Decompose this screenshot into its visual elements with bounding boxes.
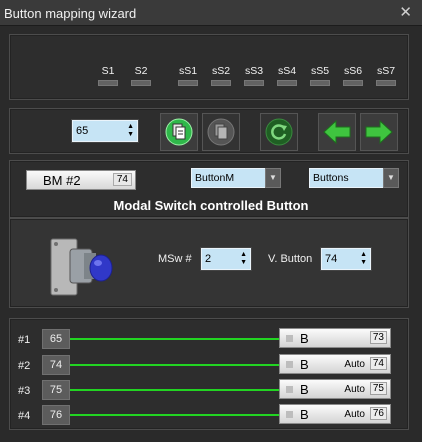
- mapped-button[interactable]: B Auto 74: [279, 354, 391, 374]
- switch-label: S2: [134, 65, 148, 77]
- next-button[interactable]: [360, 113, 398, 151]
- bm-number: 74: [112, 173, 132, 186]
- mapped-button-number: 75: [369, 382, 387, 395]
- close-icon[interactable]: ✕: [399, 3, 412, 21]
- switch-led: [98, 80, 118, 86]
- switch-label: sS6: [343, 65, 363, 77]
- window-title: Button mapping wizard: [4, 6, 137, 21]
- spinner-arrows-icon[interactable]: ▲ ▼: [127, 123, 134, 139]
- arrow-left-icon: [323, 119, 351, 145]
- reset-button[interactable]: [260, 113, 298, 151]
- switch-ss5: sS5: [309, 65, 331, 86]
- row-label: #3: [18, 385, 31, 397]
- state-indicator-icon: [286, 411, 293, 418]
- msw-label: MSw #: [158, 253, 192, 265]
- mapped-button-label: B: [300, 407, 309, 422]
- vbutton-value: 74: [325, 253, 338, 265]
- mapped-button-number: 76: [369, 407, 387, 420]
- switch-ss3: sS3: [243, 65, 265, 86]
- previous-button[interactable]: [318, 113, 356, 151]
- switch-ss7: sS7: [375, 65, 397, 86]
- switch-s2: S2: [130, 65, 152, 86]
- bm-label: BM #2: [43, 173, 81, 188]
- switch-ss1: sS1: [177, 65, 199, 86]
- copy-button[interactable]: [202, 113, 240, 151]
- switch-ss6: sS6: [342, 65, 364, 86]
- mapping-line: [70, 389, 280, 391]
- switch-s1: S1: [97, 65, 119, 86]
- arrow-right-icon: [365, 119, 393, 145]
- page-spinner[interactable]: 65 ▲ ▼: [72, 120, 138, 142]
- row-label: #2: [18, 360, 31, 372]
- switch-ss4: sS4: [276, 65, 298, 86]
- row-input-value: 75: [42, 380, 70, 400]
- spinner-arrows-icon[interactable]: ▲ ▼: [360, 251, 367, 267]
- paste-icon: [165, 118, 193, 146]
- mapped-button[interactable]: B Auto 75: [279, 379, 391, 399]
- mapped-button-number: 73: [369, 331, 387, 344]
- mapping-line: [70, 364, 280, 366]
- chevron-down-icon[interactable]: ▼: [265, 168, 281, 188]
- mapped-button-label: B: [300, 357, 309, 372]
- switch-label: sS5: [310, 65, 330, 77]
- mapped-button-number: 74: [369, 357, 387, 370]
- switch-led: [277, 80, 297, 86]
- switch-led: [343, 80, 363, 86]
- switch-label: sS1: [178, 65, 198, 77]
- vbutton-label: V. Button: [268, 253, 313, 265]
- row-input-value: 76: [42, 405, 70, 425]
- chevron-down-icon[interactable]: ▼: [383, 168, 399, 188]
- button-group-value: Buttons: [313, 172, 349, 184]
- detail-panel: MSw # 2 ▲ ▼ V. Button 74 ▲ ▼: [9, 218, 409, 308]
- switch-label: sS4: [277, 65, 297, 77]
- button-group-select[interactable]: Buttons ▼: [309, 168, 399, 188]
- auto-label: Auto: [344, 409, 365, 420]
- switch-panel: S1 S2 sS1 sS2 sS3 sS4 sS5 sS6 sS7: [9, 34, 409, 100]
- mapped-button-label: B: [300, 331, 309, 346]
- reset-icon: [265, 118, 293, 146]
- mapping-line: [70, 338, 280, 340]
- state-indicator-icon: [286, 361, 293, 368]
- switch-label: sS2: [211, 65, 231, 77]
- switch-led: [244, 80, 264, 86]
- switch-ss2: sS2: [210, 65, 232, 86]
- msw-value: 2: [205, 253, 212, 265]
- row-input-value: 65: [42, 329, 70, 349]
- toolbar-panel: 65 ▲ ▼: [9, 108, 409, 154]
- switch-led: [310, 80, 330, 86]
- mapped-button-label: B: [300, 382, 309, 397]
- row-label: #1: [18, 334, 31, 346]
- switch-label: S1: [101, 65, 115, 77]
- mapped-button[interactable]: B Auto 76: [279, 404, 391, 424]
- page-spinner-value: 65: [76, 125, 89, 137]
- switch-led: [211, 80, 231, 86]
- mapped-button[interactable]: B 73: [279, 328, 391, 348]
- button-type-value: ButtonM: [195, 172, 235, 184]
- state-indicator-icon: [286, 386, 293, 393]
- push-button-icon: [50, 238, 113, 296]
- copy-icon: [207, 118, 235, 146]
- mode-heading: Modal Switch controlled Button: [113, 198, 309, 213]
- switch-led: [376, 80, 396, 86]
- msw-spinner[interactable]: 2 ▲ ▼: [201, 248, 251, 270]
- switch-label: sS7: [376, 65, 396, 77]
- switch-led: [131, 80, 151, 86]
- spinner-arrows-icon[interactable]: ▲ ▼: [240, 251, 247, 267]
- vbutton-spinner[interactable]: 74 ▲ ▼: [321, 248, 371, 270]
- auto-label: Auto: [344, 384, 365, 395]
- bm-button[interactable]: BM #2 74: [26, 170, 136, 190]
- switch-label: sS3: [244, 65, 264, 77]
- title-bar: Button mapping wizard ✕: [0, 0, 422, 26]
- switch-led: [178, 80, 198, 86]
- state-indicator-icon: [286, 335, 293, 342]
- mapping-line: [70, 414, 280, 416]
- button-type-select[interactable]: ButtonM ▼: [191, 168, 281, 188]
- paste-button[interactable]: [160, 113, 198, 151]
- auto-label: Auto: [344, 359, 365, 370]
- row-label: #4: [18, 410, 31, 422]
- row-input-value: 74: [42, 355, 70, 375]
